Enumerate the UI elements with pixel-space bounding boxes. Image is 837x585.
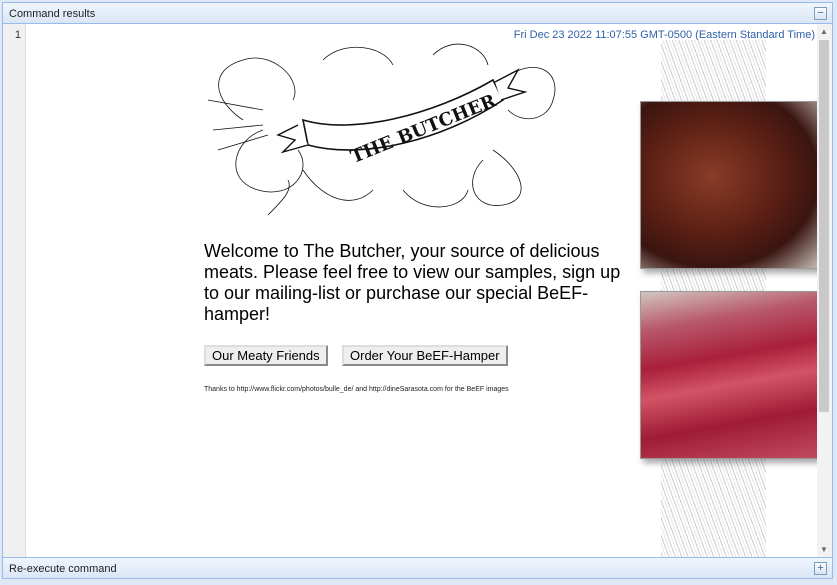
results-content: 1 Fri Dec 23 2022 11:07:55 GMT-0500 (Eas…: [2, 24, 833, 557]
line-gutter: 1: [3, 24, 26, 557]
order-hamper-button[interactable]: Order Your BeEF-Hamper: [342, 345, 508, 366]
welcome-text: Welcome to The Butcher, your source of d…: [204, 241, 621, 324]
meaty-friends-button[interactable]: Our Meaty Friends: [204, 345, 328, 366]
line-number: 1: [14, 29, 21, 41]
roast-beef-photo: [640, 101, 820, 269]
butcher-logo: THE BUTCHER: [207, 43, 556, 216]
scroll-down-icon[interactable]: ▼: [820, 545, 828, 554]
command-results-header: Command results −: [2, 2, 833, 24]
footer-title: Re-execute command: [9, 563, 117, 575]
panel-title: Command results: [9, 8, 96, 20]
collapse-icon[interactable]: −: [814, 7, 827, 20]
re-execute-header[interactable]: Re-execute command +: [2, 557, 833, 579]
expand-icon[interactable]: +: [814, 562, 827, 575]
scroll-thumb[interactable]: [819, 40, 829, 412]
image-credits: Thanks to http://www.flickr.com/photos/b…: [204, 386, 509, 393]
raw-beef-photo: [640, 291, 820, 459]
scroll-up-icon[interactable]: ▲: [820, 27, 828, 36]
vertical-scrollbar[interactable]: ▲ ▼: [817, 24, 832, 557]
